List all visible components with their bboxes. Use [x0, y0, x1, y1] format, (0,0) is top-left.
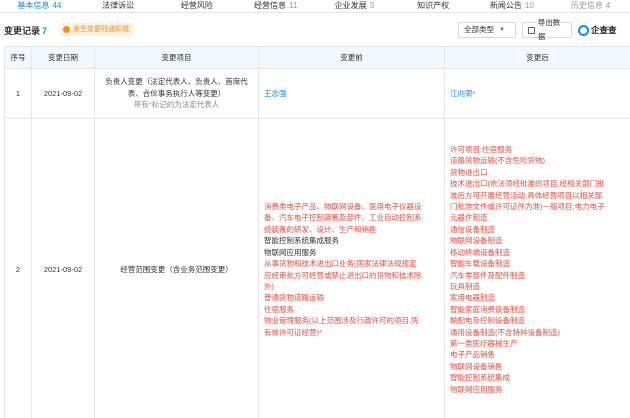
row-item: 经营范围变更（含业务范围变更） — [94, 118, 259, 418]
after-scope-line: 物联网设备制造 — [450, 236, 503, 246]
tab-label: 知识产权 — [417, 1, 450, 10]
type-filter-label: 全部类型 — [464, 25, 494, 34]
tab-item[interactable]: 新闻公告 10 — [473, 0, 552, 12]
tab-count: 3 — [369, 1, 375, 10]
tab-label: 基本信息 — [17, 1, 50, 10]
tab-item[interactable]: 基本信息 44 — [0, 0, 79, 12]
after-scope-line: 物联网应用服务 — [450, 384, 503, 394]
section-title: 变更记录 7 — [4, 24, 47, 37]
after-scope-line: 元器件制造 — [450, 213, 488, 223]
export-icon — [528, 26, 535, 34]
tab-label: 历史信息 — [570, 1, 603, 10]
tab-label: 经营信息 — [253, 1, 286, 10]
qcc-logo: 企查查 — [578, 22, 617, 38]
after-person-link[interactable]: 江向荣* — [450, 89, 475, 98]
after-scope-list: 许可项目:住宿服务 道路货物运输(不含危险货物) 货物进出口技术进出口(依法须经批准… — [450, 144, 625, 395]
header-index: 序号 — [4, 46, 32, 69]
after-scope-line: 货物进出口 — [450, 167, 488, 177]
after-scope-line: 汽车零部件及配件制造 — [450, 270, 525, 280]
tab-label: 经营风险 — [180, 1, 213, 10]
change-record-header: 变更记录 7 发生变更时通知我 全部类型 ▼ 导出数据 企查查 — [0, 18, 630, 41]
qcc-logo-icon — [578, 24, 589, 36]
after-scope-line: 第一类医疗器械生产 — [450, 338, 518, 348]
row-date: 2021-09-02 — [31, 68, 95, 119]
row-after-cell: 许可项目:住宿服务 道路货物运输(不含危险货物) 货物进出口技术进出口(依法须经批准… — [444, 118, 630, 418]
before-scope-line: 物业管理服务(以上范围涉及行政许可的项目,凭 — [264, 316, 419, 326]
header-date: 变更日期 — [31, 46, 95, 69]
qcc-logo-text: 企查查 — [591, 25, 617, 35]
row-after-cell: 江向荣* — [444, 68, 630, 119]
before-scope-line: 备、汽车电子控制装置及部件、工业自动控制系 — [264, 213, 422, 223]
before-person-link[interactable]: 王念强 — [264, 89, 287, 98]
header-item: 变更项目 — [94, 46, 259, 69]
after-scope-line: 智能家庭消费设备制造 — [450, 304, 525, 314]
row-index: 2 — [4, 118, 32, 418]
tab-count: 44 — [52, 1, 62, 10]
row-before-cell: 王念强 — [258, 68, 445, 119]
table-header-row: 序号 变更日期 变更项目 变更前 变更后 — [4, 46, 630, 69]
before-scope-line: 住宿服务 — [264, 304, 294, 314]
table-row: 1 2021-09-02 负责人变更（法定代表人、负责人、首席代表、合伙事务执行… — [4, 68, 630, 119]
tab-label: 企业发展 — [334, 1, 367, 10]
change-record-table: 序号 变更日期 变更项目 变更前 变更后 1 2021-09-02 负责人变更（… — [4, 46, 630, 418]
tab-item[interactable]: 企业发展 3 — [315, 0, 394, 12]
notify-label: 发生变更时通知我 — [73, 26, 129, 33]
header-after: 变更后 — [444, 46, 630, 69]
before-scope-line: 从事货物和技术进出口业务(国家法律法规规定 — [264, 259, 417, 269]
after-scope-line: 电子产品销售 — [450, 350, 495, 360]
tab-item[interactable]: 历史信息 4 — [551, 0, 630, 12]
before-scope-line: 有效许可证经营)* — [264, 327, 322, 337]
section-title-text: 变更记录 — [4, 26, 41, 36]
before-scope-line: 智能控制系统集成服务 — [264, 236, 339, 246]
tab-count: 10 — [524, 1, 534, 10]
before-scope-line: 外) — [264, 281, 274, 291]
before-scope-line: 统装置的研发、设计、生产和销售 — [264, 224, 377, 234]
after-scope-line: 许可项目:住宿服务 — [450, 145, 513, 155]
tab-count: 11 — [288, 1, 298, 10]
row-before-cell: 消费类电子产品、物联网设备、医用电子仪器设 备、汽车电子控制装置及部件、工业自动控… — [258, 118, 445, 418]
after-scope-line: 技术进出口(依法须经批准的项目,经相关部门批 — [450, 179, 605, 189]
before-scope-line: 消费类电子产品、物联网设备、医用电子仪器设 — [264, 202, 422, 212]
after-scope-line: 智能车载设备制造 — [450, 259, 510, 269]
row-date: 2021-09-02 — [31, 118, 95, 418]
type-filter-select[interactable]: 全部类型 ▼ — [458, 22, 516, 38]
after-scope-line: 门批准文件或许可证件为准)一般项目:电力电子 — [450, 202, 605, 212]
tab-item[interactable]: 法律诉讼 — [79, 0, 158, 12]
notify-toggle[interactable]: 发生变更时通知我 — [60, 23, 134, 36]
header-before: 变更前 — [258, 46, 445, 69]
tab-label: 新闻公告 — [489, 1, 522, 10]
after-scope-line: 准后方可开展经营活动,具体经营项目以相关部 — [450, 190, 603, 200]
notify-dot-icon — [63, 26, 70, 33]
after-scope-line: 輸配电及控制设备制造 — [450, 316, 525, 326]
before-scope-line: 物联网应用服务 — [264, 247, 317, 257]
export-label: 导出数据 — [537, 18, 561, 41]
row-index: 1 — [4, 68, 32, 119]
section-count: 7 — [42, 26, 48, 36]
row-item: 负责人变更（法定代表人、负责人、首席代表、合伙事务执行人等变更） — [105, 77, 248, 98]
tab-label: 法律诉讼 — [102, 1, 135, 10]
after-scope-line: 智能控制系统集成 — [450, 373, 510, 383]
before-scope-list: 消费类电子产品、物联网设备、医用电子仪器设 备、汽车电子控制装置及部件、工业自动控… — [264, 201, 439, 338]
row-item-cell: 负责人变更（法定代表人、负责人、首席代表、合伙事务执行人等变更） 带有*标记的为… — [94, 68, 259, 119]
after-scope-line: 物联网设备销售 — [450, 361, 503, 371]
tab-item[interactable]: 知识产权 — [394, 0, 473, 12]
tab-item[interactable]: 经营风险 — [158, 0, 237, 12]
before-scope-line: 应经审批方可经营或禁止进出口的货物和技术除 — [264, 270, 422, 280]
export-button[interactable]: 导出数据 — [522, 18, 572, 41]
row-item-note: 带有*标记的为法定代表人 — [133, 100, 220, 110]
after-scope-line: 通用设备制造(不含特种设备制造) — [450, 327, 560, 337]
after-scope-line: 道路货物运输(不含危险货物) — [450, 156, 545, 166]
tab-count: 4 — [605, 1, 611, 10]
chevron-down-icon: ▼ — [499, 27, 505, 33]
after-scope-line: 家用电器制造 — [450, 293, 495, 303]
tab-item[interactable]: 经营信息 11 — [236, 0, 315, 12]
after-scope-line: 通信设备制造 — [450, 224, 495, 234]
top-tab-bar: 基本信息 44 法律诉讼 经营风险 经营信息 11 企业发展 3 知识产权 新闻公告 10 历史信息 4 — [0, 0, 630, 13]
table-row: 2 2021-09-02 经营范围变更（含业务范围变更） 消费类电子产品、物联网… — [4, 118, 630, 418]
after-scope-line: 玩具制造 — [450, 281, 480, 291]
before-scope-line: 普通货物道路运输 — [264, 293, 324, 303]
after-scope-line: 移动终端设备制造 — [450, 247, 510, 257]
